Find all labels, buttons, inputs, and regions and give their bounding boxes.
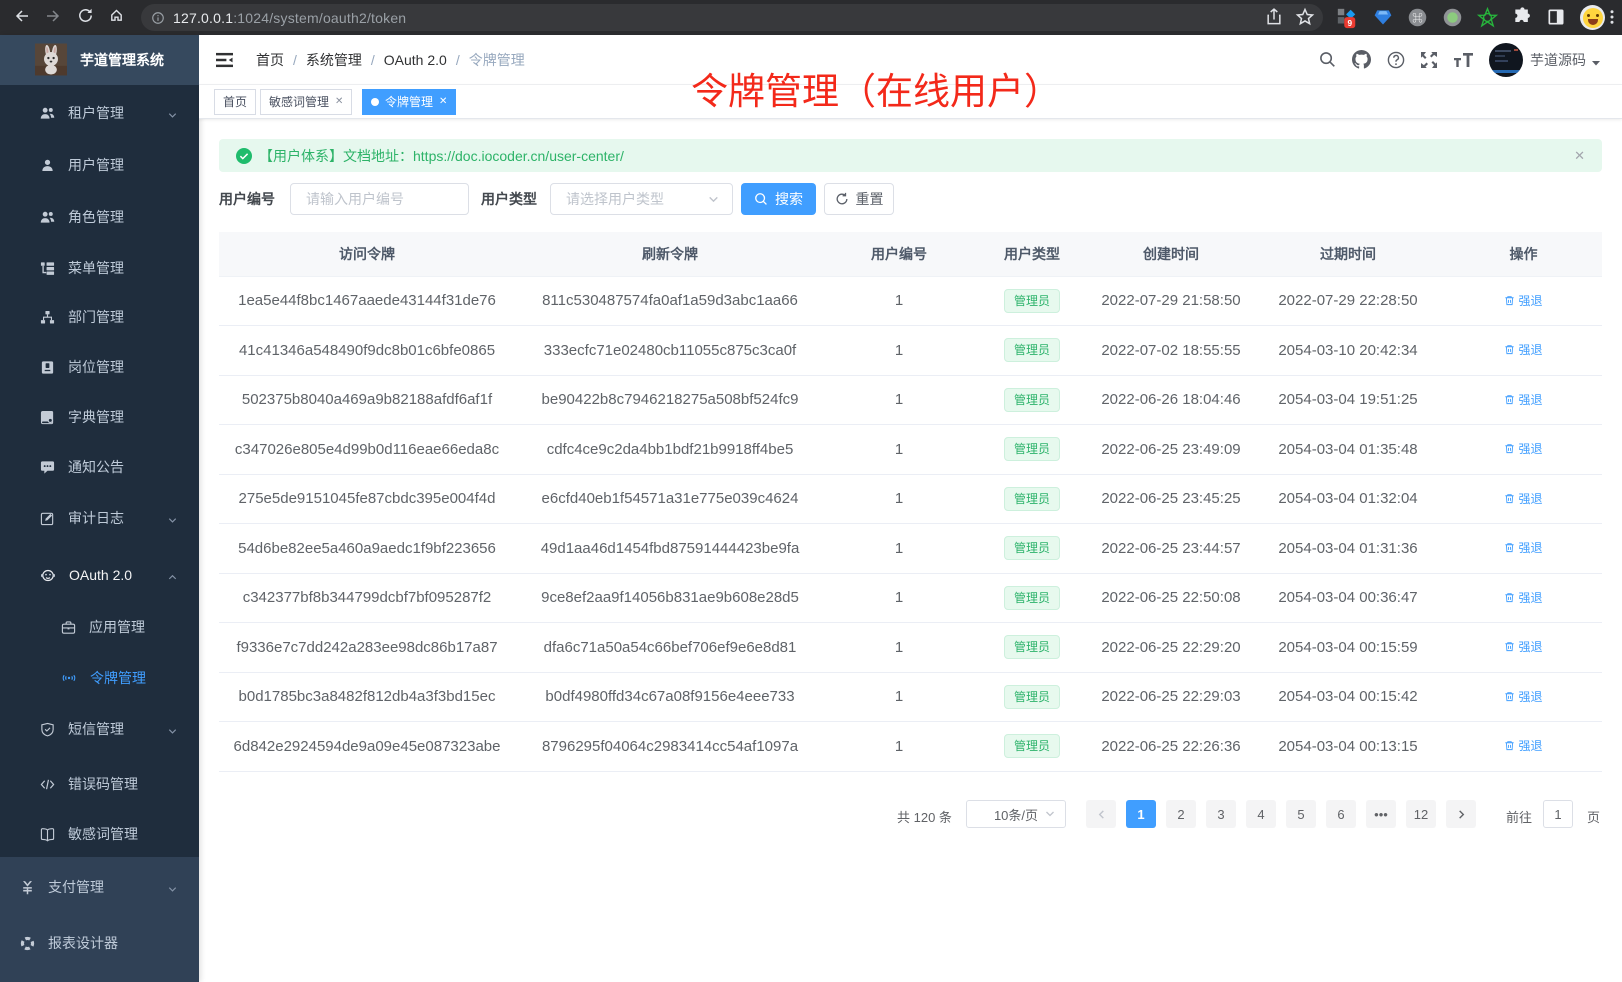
svg-text:⌘: ⌘ — [1412, 12, 1423, 24]
svg-text:9: 9 — [1347, 19, 1352, 28]
